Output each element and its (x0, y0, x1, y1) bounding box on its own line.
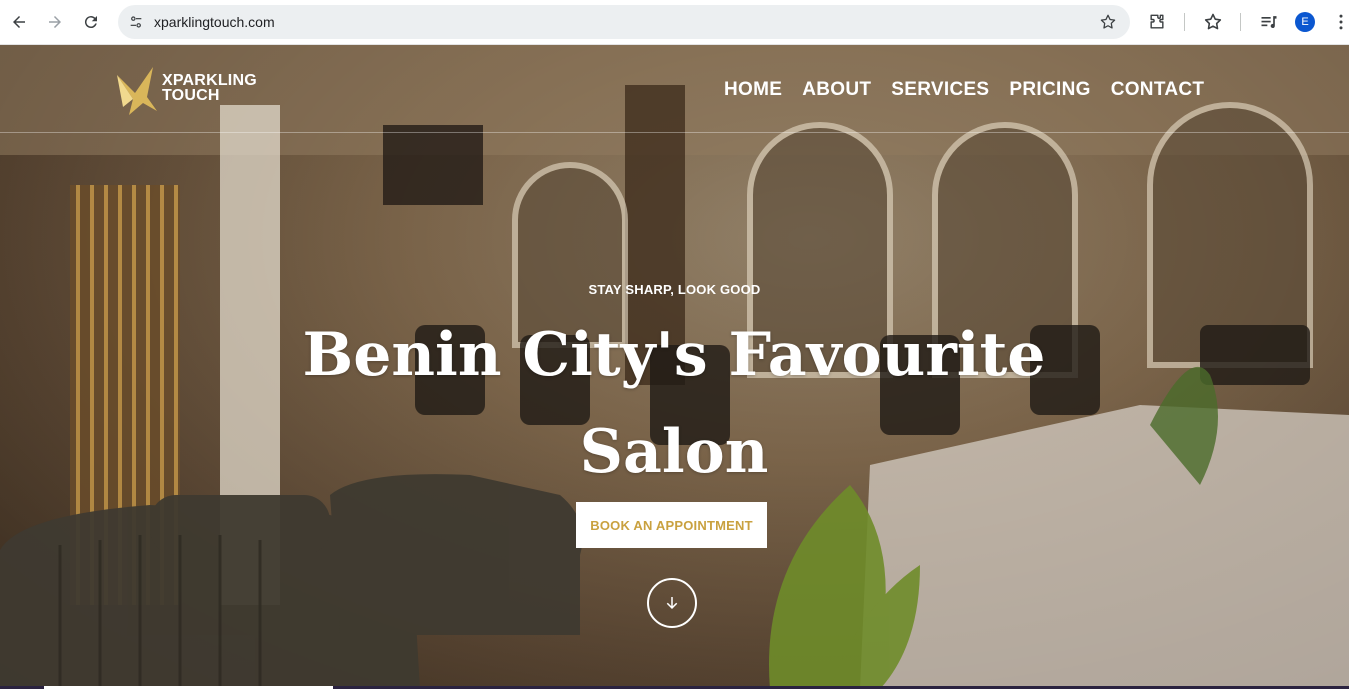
arrow-right-icon (49, 16, 61, 28)
hero-tagline: STAY SHARP, LOOK GOOD (588, 282, 761, 297)
toolbar-divider (1184, 13, 1185, 31)
tune-icon (130, 16, 142, 28)
site-info-button[interactable] (124, 10, 148, 34)
logo-line-2: TOUCH (162, 87, 220, 104)
bookmark-star-button[interactable] (1098, 12, 1118, 32)
reload-icon (84, 16, 97, 29)
nav-about[interactable]: ABOUT (802, 77, 871, 103)
address-bar[interactable]: xparklingtouch.com (118, 5, 1130, 39)
star-icon (1100, 14, 1116, 29)
nav-services[interactable]: SERVICES (891, 77, 989, 103)
nav-contact[interactable]: CONTACT (1111, 77, 1205, 103)
main-navigation: HOME ABOUT SERVICES PRICING CONTACT (724, 77, 1204, 103)
media-controls-button[interactable] (1257, 10, 1281, 34)
media-queue-icon (1261, 16, 1277, 29)
bookmarks-button[interactable] (1201, 10, 1225, 34)
extensions-button[interactable] (1145, 10, 1169, 34)
logo-wordmark: XPARKLING TOUCH (162, 72, 257, 104)
nav-pricing[interactable]: PRICING (1009, 77, 1090, 103)
profile-avatar[interactable]: E (1295, 12, 1315, 32)
browser-toolbar: xparklingtouch.com E (0, 0, 1349, 45)
book-appointment-button[interactable]: BOOK AN APPOINTMENT (576, 502, 767, 548)
toolbar-divider (1240, 13, 1241, 31)
logo-x-icon (117, 67, 157, 115)
hero-headline-line-2: Salon (579, 417, 769, 487)
hero-headline: Benin City's Favourite Salon (274, 307, 1074, 501)
reload-button[interactable] (77, 8, 105, 36)
browser-menu-button[interactable] (1329, 10, 1349, 34)
logo-line-1: XPARKLING (162, 72, 257, 89)
hero-section: XPARKLING TOUCH HOME ABOUT SERVICES PRIC… (0, 45, 1349, 689)
url-text[interactable]: xparklingtouch.com (154, 5, 275, 39)
kebab-menu-icon (1339, 14, 1343, 30)
arrow-left-icon (13, 16, 25, 28)
site-logo[interactable]: XPARKLING TOUCH (113, 67, 273, 115)
site-header: XPARKLING TOUCH HOME ABOUT SERVICES PRIC… (0, 45, 1349, 133)
puzzle-icon (1150, 14, 1164, 29)
back-button[interactable] (5, 8, 33, 36)
nav-home[interactable]: HOME (724, 77, 782, 103)
scroll-down-button[interactable] (647, 578, 697, 628)
arrow-down-circle-icon (666, 597, 678, 609)
forward-button[interactable] (41, 8, 69, 36)
hero-headline-line-1: Benin City's Favourite (302, 320, 1046, 390)
star-list-icon (1204, 13, 1222, 30)
